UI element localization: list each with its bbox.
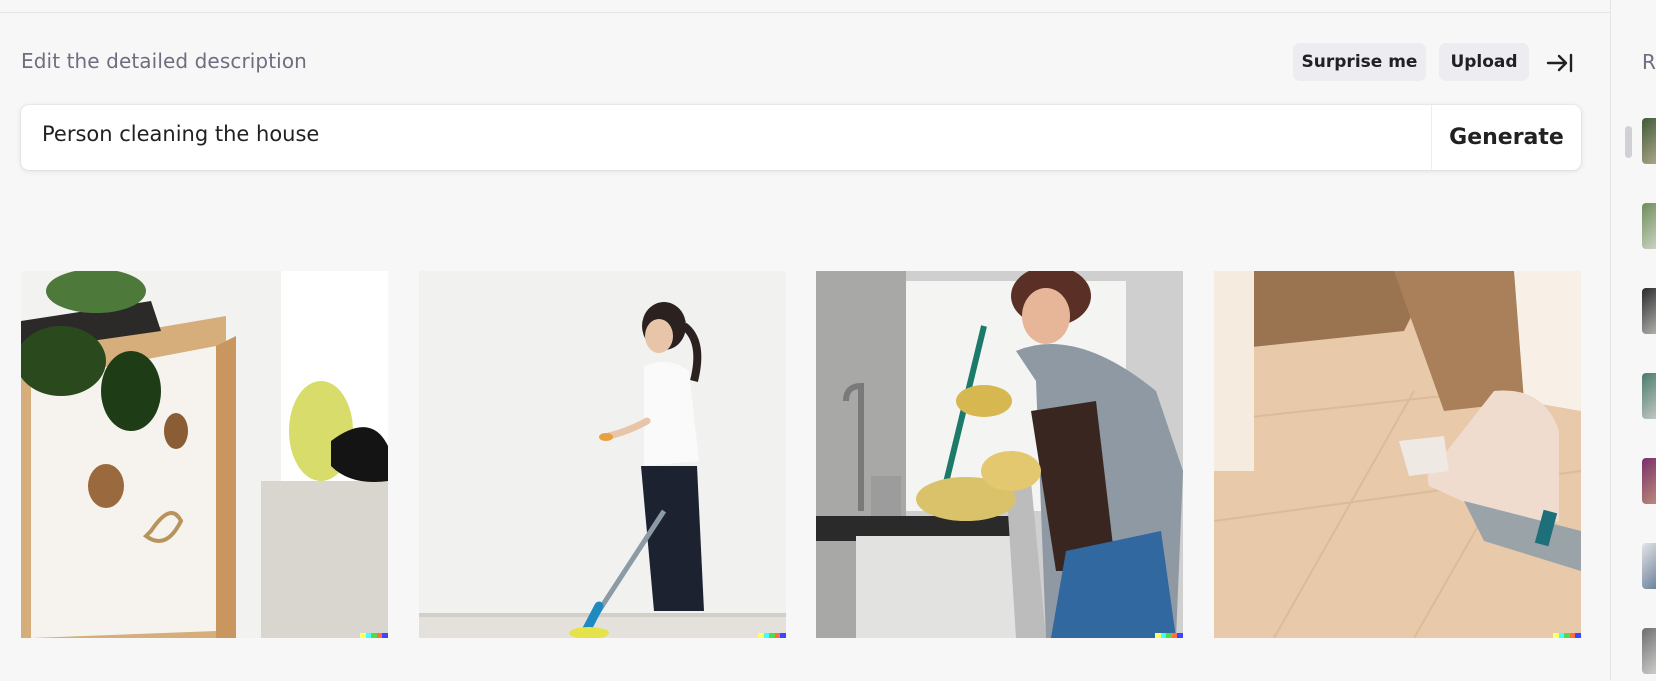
history-title: R	[1642, 50, 1656, 74]
history-thumbnail[interactable]	[1642, 458, 1656, 504]
arrow-right-to-bar-icon[interactable]	[1544, 48, 1576, 78]
prompt-label: Edit the detailed description	[21, 49, 307, 73]
result-image-3[interactable]	[816, 271, 1183, 638]
generate-button[interactable]: Generate	[1432, 105, 1581, 170]
history-scrollbar[interactable]	[1625, 126, 1632, 158]
editor-panel: Edit the detailed description Surprise m…	[0, 0, 1610, 681]
history-thumbnail[interactable]	[1642, 118, 1656, 164]
prompt-input[interactable]: Person cleaning the house	[42, 122, 319, 146]
surprise-me-button[interactable]: Surprise me	[1293, 43, 1426, 81]
result-image-1-graphic	[21, 271, 388, 638]
prompt-box: Person cleaning the house Generate	[21, 105, 1581, 170]
result-image-4-graphic	[1214, 271, 1581, 638]
result-image-2-graphic	[419, 271, 786, 638]
history-sidebar: R	[1610, 0, 1656, 681]
history-thumbnail[interactable]	[1642, 288, 1656, 334]
result-image-2[interactable]	[419, 271, 786, 638]
signature-strip	[758, 633, 786, 638]
signature-strip	[360, 633, 388, 638]
signature-strip	[1155, 633, 1183, 638]
history-thumbnail[interactable]	[1642, 543, 1656, 589]
result-image-3-graphic	[816, 271, 1183, 638]
result-image-1[interactable]	[21, 271, 388, 638]
history-thumbnail[interactable]	[1642, 203, 1656, 249]
signature-strip	[1553, 633, 1581, 638]
upload-button[interactable]: Upload	[1439, 43, 1529, 81]
history-thumbnail[interactable]	[1642, 373, 1656, 419]
history-thumbnail[interactable]	[1642, 628, 1656, 674]
result-image-4[interactable]	[1214, 271, 1581, 638]
